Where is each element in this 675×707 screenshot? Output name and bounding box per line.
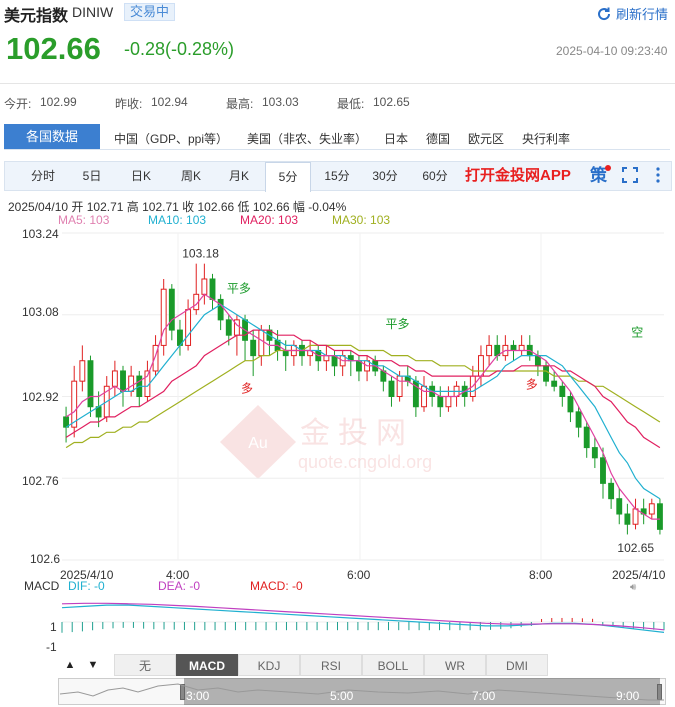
- indicator-tab-kdj[interactable]: KDJ: [238, 654, 300, 676]
- indicator-tab-macd[interactable]: MACD: [176, 654, 238, 676]
- navigator-tick: 9:00: [616, 689, 640, 703]
- navigator-tick: 5:00: [330, 689, 354, 703]
- navigator-tick: 3:00: [186, 689, 210, 703]
- navigator-sparkline: [59, 683, 664, 701]
- macd-dif-line: [61, 604, 665, 633]
- navigator-tick: 7:00: [472, 689, 496, 703]
- indicator-tab-wr[interactable]: WR: [424, 654, 486, 676]
- indicator-tab-dmi[interactable]: DMI: [486, 654, 548, 676]
- scroll-down-button[interactable]: ▼: [85, 656, 101, 674]
- indicator-tab-none[interactable]: 无: [114, 654, 176, 676]
- macd-dea-line: [61, 602, 665, 631]
- macd-chart: [61, 602, 665, 633]
- scroll-up-button[interactable]: ▲: [62, 656, 78, 674]
- indicator-tab-boll[interactable]: BOLL: [362, 654, 424, 676]
- indicator-tab-rsi[interactable]: RSI: [300, 654, 362, 676]
